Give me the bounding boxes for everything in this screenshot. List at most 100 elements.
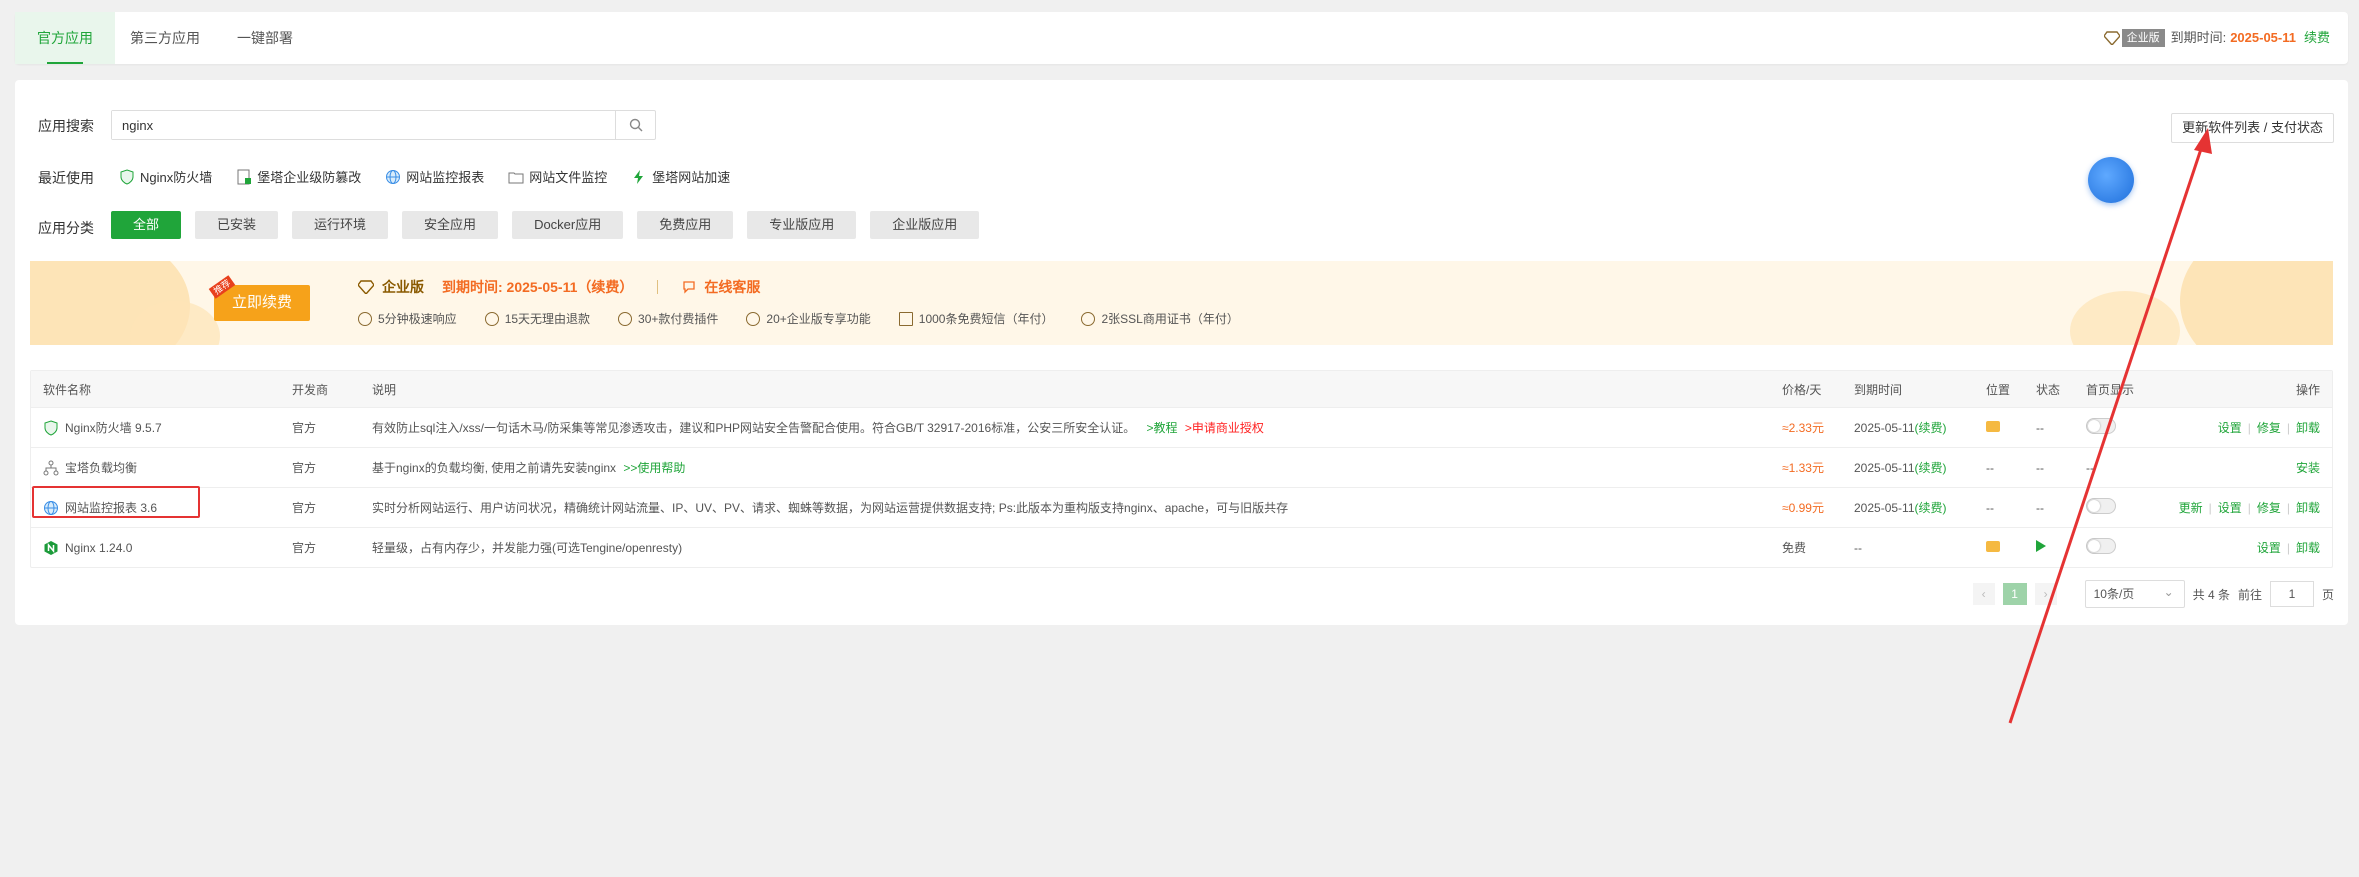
uninstall-link[interactable]: 卸载 — [2296, 421, 2320, 435]
expire-cell: -- — [1854, 540, 1862, 555]
total-count: 共 4 条 — [2192, 587, 2230, 602]
next-page-button[interactable]: › — [2034, 583, 2057, 605]
expire-cell: 2025-05-11(续费) — [1842, 459, 1974, 476]
recent-item-site-monitor[interactable]: 网站监控报表 — [385, 167, 484, 186]
expire-label: 到期时间: — [2170, 30, 2227, 45]
table-row: Nginx防火墙 9.5.7 官方 有效防止sql注入/xss/一句话木马/防采… — [31, 407, 2332, 447]
recent-item-nginx-waf[interactable]: Nginx防火墙 — [119, 167, 212, 186]
online-service-link[interactable]: 在线客服 — [704, 277, 760, 297]
feature-label: 2张SSL商用证书（年付） — [1101, 312, 1239, 326]
banner-features: 5分钟极速响应 15天无理由退款 30+款付费插件 20+企业版专享功能 100… — [358, 310, 1239, 327]
col-name: 软件名称 — [43, 382, 92, 397]
op-divider: | — [2286, 501, 2290, 515]
chat-icon — [683, 281, 696, 294]
home-display-toggle[interactable] — [2086, 418, 2116, 434]
refund-icon — [484, 311, 499, 326]
banner-headline: 企业版 到期时间: 2025-05-11（续费） 在线客服 — [358, 277, 760, 297]
recent-item-label: 网站文件监控 — [529, 170, 608, 185]
recent-label: 最近使用 — [38, 170, 94, 186]
home-display-toggle[interactable] — [2086, 498, 2116, 514]
banner-edition: 企业版 — [382, 279, 424, 295]
license-expire: 企业版 到期时间: 2025-05-11 续费 — [2103, 12, 2330, 64]
recent-item-label: 堡塔企业级防篡改 — [257, 170, 362, 185]
settings-link[interactable]: 设置 — [2218, 501, 2242, 515]
goto-page-input[interactable]: 1 — [2269, 581, 2314, 607]
description-text: 有效防止sql注入/xss/一句话木马/防采集等常见渗透攻击，建议和PHP网站安… — [372, 421, 1136, 435]
software-name-label: 宝塔负载均衡 — [65, 461, 138, 475]
floating-assistant-button[interactable] — [2088, 157, 2134, 203]
nginx-icon — [44, 540, 58, 555]
category-enterprise[interactable]: 企业版应用 — [870, 211, 980, 239]
category-runtime[interactable]: 运行环境 — [292, 211, 389, 239]
update-link[interactable]: 更新 — [2179, 501, 2203, 515]
software-name[interactable]: Nginx 1.24.0 — [31, 540, 280, 556]
renew-link[interactable]: (续费) — [1915, 461, 1947, 475]
banner-renew-button[interactable]: 推荐 立即续费 — [208, 275, 310, 321]
tab-third-party[interactable]: 第三方应用 — [115, 12, 215, 64]
description: 轻量级，占有内存少，并发能力强(可选Tengine/openresty) — [360, 539, 1770, 556]
tutorial-link[interactable]: >教程 — [1147, 421, 1178, 435]
expire-date: 2025-05-11 — [1854, 421, 1915, 435]
update-software-list-button[interactable]: 更新软件列表 / 支付状态 — [2171, 113, 2334, 143]
repair-link[interactable]: 修复 — [2257, 421, 2281, 435]
running-play-icon[interactable] — [2036, 540, 2046, 552]
renew-link[interactable]: (续费) — [1915, 501, 1947, 515]
operations: 设置 | 修复 | 卸载 — [2154, 419, 2332, 436]
pagination: ‹ 1 › 10条/页 共 4 条 前往 1 页 — [1972, 579, 2334, 608]
home-display-toggle[interactable] — [2086, 538, 2116, 554]
feature-label: 5分钟极速响应 — [378, 312, 457, 326]
prev-page-button[interactable]: ‹ — [1972, 583, 1995, 605]
banner-expire[interactable]: 到期时间: 2025-05-11（续费） — [442, 277, 633, 297]
category-pro[interactable]: 专业版应用 — [747, 211, 857, 239]
col-status: 状态 — [2036, 382, 2061, 397]
col-dev: 开发商 — [292, 382, 329, 397]
feature-item: 5分钟极速响应 — [358, 310, 457, 327]
software-name[interactable]: Nginx防火墙 9.5.7 — [31, 419, 280, 436]
category-all[interactable]: 全部 — [111, 211, 182, 239]
folder-icon[interactable] — [1986, 540, 2000, 552]
location: -- — [1986, 500, 1994, 515]
help-link[interactable]: >>使用帮助 — [623, 461, 685, 475]
settings-link[interactable]: 设置 — [2218, 421, 2242, 435]
expire-date: 2025-05-11 — [1854, 501, 1915, 515]
renew-link[interactable]: 续费 — [2304, 12, 2330, 64]
category-free[interactable]: 免费应用 — [637, 211, 734, 239]
op-divider: | — [2286, 541, 2290, 555]
description-text: 基于nginx的负载均衡, 使用之前请先安装nginx — [372, 461, 617, 475]
expire-cell: 2025-05-11(续费) — [1842, 499, 1974, 516]
home-display: -- — [2086, 460, 2094, 475]
commercial-license-link[interactable]: >申请商业授权 — [1185, 421, 1264, 435]
uninstall-link[interactable]: 卸载 — [2296, 501, 2320, 515]
tab-one-click-deploy[interactable]: 一键部署 — [215, 12, 315, 64]
category-docker[interactable]: Docker应用 — [512, 211, 624, 239]
category-security[interactable]: 安全应用 — [402, 211, 499, 239]
recent-item-tamper-proof[interactable]: 堡塔企业级防篡改 — [236, 167, 361, 186]
shield-icon — [120, 168, 134, 185]
software-name-label: Nginx 1.24.0 — [65, 540, 133, 555]
renew-link[interactable]: (续费) — [1915, 421, 1947, 435]
search-button[interactable] — [615, 111, 655, 139]
page-number[interactable]: 1 — [2002, 583, 2027, 605]
folder-icon[interactable] — [1986, 420, 2000, 432]
repair-link[interactable]: 修复 — [2257, 501, 2281, 515]
search-input[interactable] — [112, 111, 615, 139]
location: -- — [1986, 460, 1994, 475]
software-name[interactable]: 宝塔负载均衡 — [31, 459, 280, 476]
uninstall-link[interactable]: 卸载 — [2296, 541, 2320, 555]
recent-item-file-monitor[interactable]: 网站文件监控 — [508, 167, 607, 186]
category-label: 应用分类 — [38, 220, 94, 236]
settings-link[interactable]: 设置 — [2257, 541, 2281, 555]
folder-monitor-icon — [508, 172, 524, 183]
table-row: 宝塔负载均衡 官方 基于nginx的负载均衡, 使用之前请先安装nginx >>… — [31, 447, 2332, 487]
tab-official[interactable]: 官方应用 — [15, 12, 115, 64]
home-display — [2074, 498, 2154, 517]
page-size-select[interactable]: 10条/页 — [2084, 579, 2185, 608]
recent-item-site-accelerate[interactable]: 堡塔网站加速 — [631, 167, 730, 186]
recent-item-label: 网站监控报表 — [406, 170, 485, 185]
category-filters: 全部 已安装 运行环境 安全应用 Docker应用 免费应用 专业版应用 企业版… — [111, 211, 980, 239]
install-link[interactable]: 安装 — [2296, 461, 2320, 475]
enterprise-banner: 推荐 立即续费 企业版 到期时间: 2025-05-11（续费） 在线客服 5分… — [30, 261, 2333, 345]
category-installed[interactable]: 已安装 — [195, 211, 279, 239]
banner-renew-label: 立即续费 — [231, 294, 292, 311]
developer: 官方 — [292, 501, 317, 515]
